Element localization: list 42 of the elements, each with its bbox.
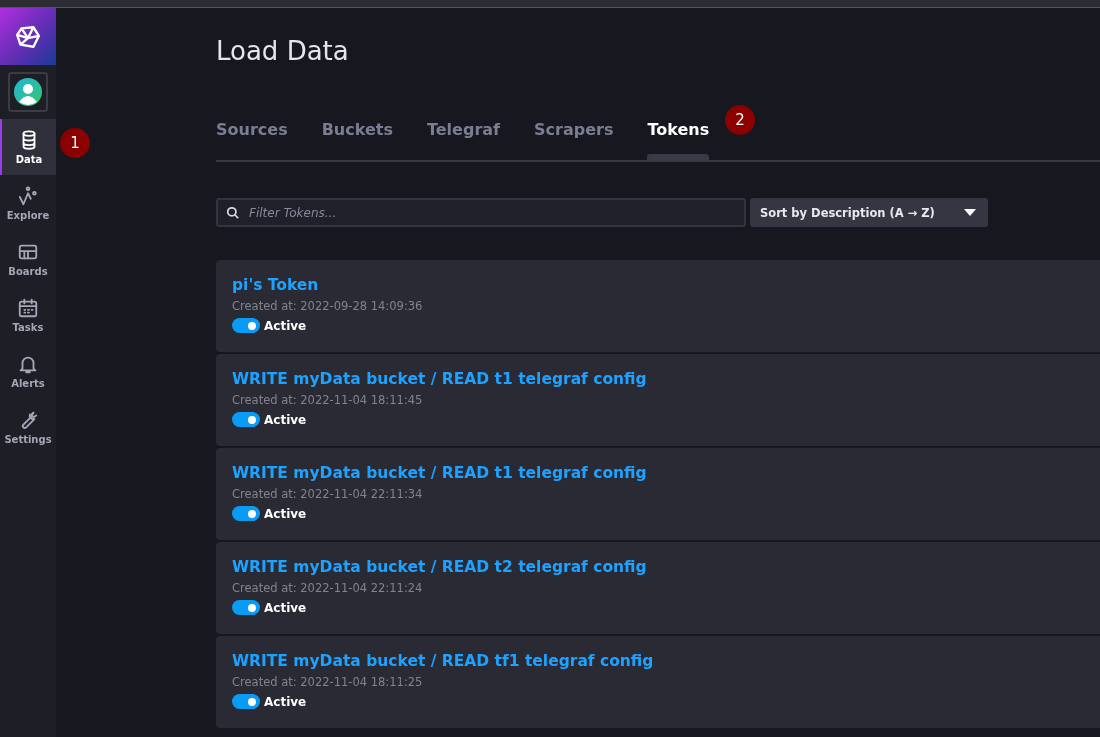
calendar-icon	[17, 297, 39, 319]
nav-item[interactable]: Boards	[0, 231, 56, 287]
logo-icon[interactable]	[0, 8, 56, 65]
created-at-text: Created at: 2022-11-04 22:11:24	[232, 581, 424, 595]
created-at-text: Created at: 2022-11-04 22:11:34	[232, 487, 424, 501]
sort-dropdown[interactable]: Sort by Description (A → Z)	[750, 198, 988, 227]
created-at-text: Created at: 2022-09-28 14:09:36	[232, 299, 424, 313]
avatar-icon	[14, 78, 42, 106]
user-avatar-button[interactable]	[8, 72, 48, 112]
nav-item[interactable]: Tasks	[0, 287, 56, 343]
tab[interactable]: Telegraf	[426, 114, 501, 160]
tab[interactable]: Sources	[216, 114, 288, 160]
status-label: Active	[264, 412, 307, 427]
status-label: Active	[264, 506, 307, 521]
tab[interactable]: Buckets	[321, 114, 393, 160]
token-name-link[interactable]: WRITE myData bucket / READ t1 telegraf config	[232, 370, 647, 388]
created-at-text: Created at: 2022-11-04 18:11:25	[232, 675, 424, 689]
nav-item[interactable]: Data	[0, 119, 56, 175]
token-name-link[interactable]: WRITE myData bucket / READ t2 telegraf config	[232, 558, 647, 576]
active-toggle[interactable]	[232, 412, 260, 427]
token-name-link[interactable]: WRITE myData bucket / READ tf1 telegraf config	[232, 652, 654, 670]
status-label: Active	[264, 694, 307, 709]
tab[interactable]: Tokens	[647, 114, 710, 160]
active-toggle[interactable]	[232, 318, 260, 333]
token-name-link[interactable]: pi's Token	[232, 276, 319, 294]
annotation-badge: 2	[725, 105, 755, 135]
nav-item[interactable]: Alerts	[0, 343, 56, 399]
created-at-text: Created at: 2022-11-04 18:11:45	[232, 393, 424, 407]
nav-item[interactable]: Explore	[0, 175, 56, 231]
status-label: Active	[264, 600, 307, 615]
status-label: Active	[264, 318, 307, 333]
token-name-link[interactable]: WRITE myData bucket / READ t1 telegraf config	[232, 464, 647, 482]
filter-field[interactable]: Filter Tokens...	[216, 198, 746, 227]
graph-icon	[17, 185, 39, 207]
annotation-badge: 1	[60, 128, 90, 158]
active-toggle[interactable]	[232, 600, 260, 615]
tab[interactable]: Scrapers	[534, 114, 614, 160]
active-toggle[interactable]	[232, 694, 260, 709]
nav-item[interactable]: Settings	[0, 399, 56, 455]
page-title: Load Data	[216, 36, 350, 68]
caret-icon	[964, 208, 976, 217]
active-toggle[interactable]	[232, 506, 260, 521]
